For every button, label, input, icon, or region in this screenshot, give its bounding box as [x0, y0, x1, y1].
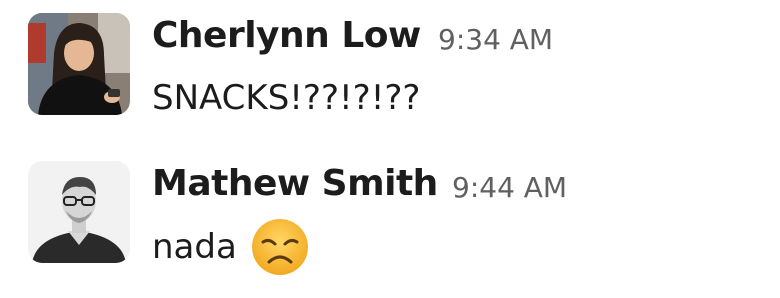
- avatar[interactable]: [28, 161, 130, 263]
- message-body: nada: [152, 218, 309, 276]
- message-timestamp[interactable]: 9:34 AM: [438, 22, 553, 58]
- disappointed-face-icon: [251, 218, 309, 276]
- sender-name[interactable]: Mathew Smith: [152, 160, 438, 208]
- user-photo-icon: [28, 161, 130, 263]
- avatar[interactable]: [28, 13, 130, 115]
- sender-name[interactable]: Cherlynn Low: [152, 12, 421, 60]
- user-photo-icon: [28, 13, 130, 115]
- message-text: SNACKS!??!?!??: [152, 78, 421, 118]
- message-timestamp[interactable]: 9:44 AM: [452, 170, 567, 206]
- message-text: nada: [152, 227, 237, 267]
